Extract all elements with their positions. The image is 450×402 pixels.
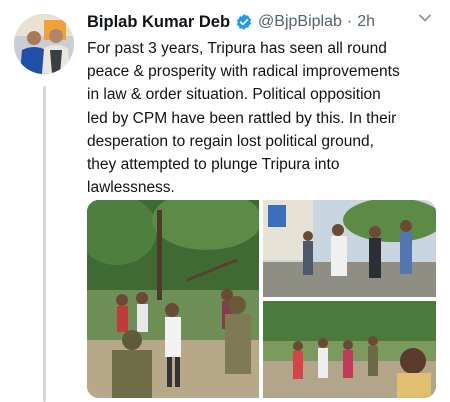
tweet-text-line: peace & prosperity with radical improvem… <box>87 63 400 81</box>
separator-dot: · <box>346 13 353 30</box>
chevron-down-icon[interactable] <box>414 10 436 32</box>
media-photo-1[interactable] <box>87 200 259 398</box>
author-name[interactable]: Biplab Kumar Deb <box>87 13 230 32</box>
tweet[interactable]: Biplab Kumar Deb @BjpBiplab · 2h For pas… <box>0 0 450 402</box>
thread-connector-line <box>43 86 46 402</box>
tweet-media-grid <box>87 200 436 398</box>
tweet-text-line: For past 3 years, Tripura has seen all r… <box>87 40 387 57</box>
media-photo-3[interactable] <box>263 301 436 398</box>
author-handle[interactable]: @BjpBiplab <box>258 13 342 31</box>
tweet-text-line: lawlessness. <box>87 179 175 197</box>
timestamp[interactable]: 2h <box>357 13 375 31</box>
tweet-text-line: they attempted to plunge Tripura into <box>87 156 340 174</box>
avatar[interactable] <box>14 14 74 74</box>
tweet-text-line: led by CPM have been rattled by this. In… <box>87 109 397 127</box>
verified-badge-icon <box>235 13 253 31</box>
tweet-text-line: in law & order situation. Political oppo… <box>87 86 381 104</box>
media-photo-2[interactable] <box>263 200 436 297</box>
tweet-text-line: desperation to regain lost political gro… <box>87 132 374 150</box>
tweet-text: For past 3 years, Tripura has seen all r… <box>87 37 439 199</box>
tweet-header: Biplab Kumar Deb @BjpBiplab · 2h <box>87 10 434 34</box>
